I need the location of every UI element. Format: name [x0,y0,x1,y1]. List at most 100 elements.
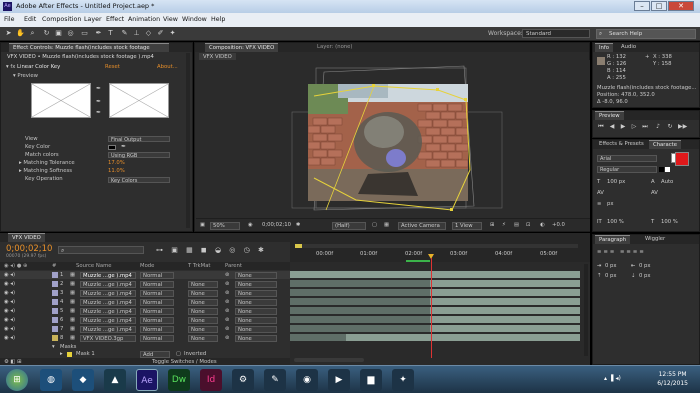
layer-parent[interactable]: None [235,298,277,306]
ram-preview-icon[interactable]: ▶▶ [678,123,687,131]
effect-controls-scrollbar[interactable] [186,53,190,228]
menu-animation[interactable]: Animation [128,16,160,23]
region-of-interest-icon[interactable]: ▢ [372,222,377,230]
table-row[interactable]: ◉ ◂) 7 ▦ Muzzle ...ge ).mp4 Normal None … [0,325,290,333]
tab-layer[interactable]: Layer: (none) [313,43,357,52]
key-operation-dropdown[interactable]: Key Colors [108,177,170,184]
timeline-icon[interactable]: ▤ [514,222,519,230]
camera-tool-icon[interactable]: ▣ [54,29,63,38]
font-size-value[interactable]: 100 px [607,179,625,185]
show-snapshot-icon[interactable]: ✱ [296,222,300,230]
tab-timeline[interactable]: VFX VIDEO [8,233,45,242]
mask-color-swatch[interactable] [67,351,72,357]
audio-icon[interactable]: ♪ [654,123,662,131]
layer-track-bar[interactable] [290,307,430,314]
effect-header[interactable]: ▾ fx Linear Color Key [6,64,60,71]
media-encoder-icon[interactable]: ▲ [104,369,126,391]
visibility-icon[interactable]: ◉ ◂) [4,325,15,333]
layer-trkmat[interactable]: None [188,298,218,306]
black-swatch[interactable] [659,167,664,172]
col-parent[interactable]: Parent [225,262,242,270]
tab-composition[interactable]: Composition: VFX VIDEO [205,43,279,52]
mask-mode[interactable]: Add [140,350,170,358]
table-row[interactable]: ◉ ◂) 4 ▦ Muzzle ...ge ).mp4 Normal None … [0,298,290,306]
table-row[interactable]: ◉ ◂) 3 ▦ Muzzle ...ge ).mp4 Normal None … [0,289,290,297]
workspace-select[interactable]: Standard [522,29,590,38]
layer-parent[interactable]: None [235,289,277,297]
tab-preview[interactable]: Preview [595,111,624,120]
search-help-input[interactable]: ⌕ Search Help [596,29,696,39]
prev-frame-icon[interactable]: ◀ [608,123,616,131]
zoom-tool-icon[interactable]: ⌕ [28,29,37,38]
visibility-icon[interactable]: ◉ ◂) [4,316,15,324]
layer-track-bar[interactable] [290,316,430,323]
match-colors-dropdown[interactable]: Using RGB [108,152,170,159]
paint-icon[interactable]: ✎ [264,369,286,391]
minimize-button[interactable]: – [634,1,650,11]
composition-viewer[interactable] [196,60,590,218]
layer-track-bar[interactable] [430,298,580,305]
key-color-swatch[interactable] [108,145,116,150]
view-dropdown[interactable]: Final Output [108,136,170,143]
layer-mode[interactable]: Normal [140,316,174,324]
layer-label-color[interactable] [52,290,58,296]
timeline-timecode[interactable]: 0;00;02;10 [6,244,52,254]
layer-label-color[interactable] [52,281,58,287]
layer-parent[interactable]: None [235,271,277,279]
camera-snapshot-icon[interactable]: ◉ [248,222,253,230]
type-tool-icon[interactable]: T [106,29,115,38]
layer-label-color[interactable] [52,308,58,314]
col-mode[interactable]: Mode [140,262,154,270]
layer-trkmat[interactable]: None [188,280,218,288]
menu-window[interactable]: Window [182,16,207,23]
selection-tool-icon[interactable]: ➤ [4,29,13,38]
layer-mode[interactable]: Normal [140,298,174,306]
reset-button[interactable]: Reset [105,64,120,71]
magnification-icon[interactable]: ▣ [200,222,205,230]
toggle-pixel-aspect-icon[interactable]: ⊞ [490,222,494,230]
layer-name[interactable]: Muzzle ...ge ).mp4 [80,298,136,306]
eyedropper-icon[interactable]: ✒ [96,85,101,92]
layer-track-bar[interactable] [290,334,346,341]
layer-trkmat[interactable]: None [188,325,218,333]
timeline-search-input[interactable]: ⌕ [58,246,144,254]
first-frame-icon[interactable]: ⏮ [597,123,605,131]
maximize-button[interactable]: □ [651,1,667,11]
visibility-icon[interactable]: ◉ ◂) [4,307,15,315]
layer-mode[interactable]: Normal [140,307,174,315]
layer-track-bar[interactable] [430,289,580,296]
fast-previews-icon[interactable]: ⚡ [502,222,506,230]
exposure-value[interactable]: +0.0 [552,222,565,230]
settings-gear-icon[interactable]: ⚙ [232,369,254,391]
eraser-tool-icon[interactable]: ◇ [144,29,153,38]
layer-track-bar[interactable] [346,334,580,341]
layer-track-bar[interactable] [290,298,430,305]
layer-track-bar[interactable] [290,289,430,296]
table-row[interactable]: ◉ ◂) 5 ▦ Muzzle ...ge ).mp4 Normal None … [0,307,290,315]
tab-paragraph[interactable]: Paragraph [595,235,631,244]
visibility-icon[interactable]: ◉ ◂) [4,271,15,279]
layer-name[interactable]: Muzzle ...ge ).mp4 [80,307,136,315]
resolution-dropdown[interactable]: (Half) [332,222,366,230]
menu-composition[interactable]: Composition [42,16,81,23]
indent-left-value[interactable]: 0 px [605,263,617,269]
inverted-checkbox[interactable]: ▢ [176,350,181,358]
visibility-icon[interactable]: ◉ ◂) [4,289,15,297]
view-layout-dropdown[interactable]: 1 View [452,222,482,230]
rectangle-tool-icon[interactable]: ▭ [80,29,89,38]
matching-tolerance-value[interactable]: 17.0% [108,160,125,167]
layer-trkmat[interactable]: None [188,316,218,324]
key-color-eyedropper-icon[interactable]: ✒ [121,143,126,150]
layer-name[interactable]: Muzzle ...ge ).mp4 [80,325,136,333]
horizontal-scale-value[interactable]: 100 % [661,219,678,225]
close-button[interactable]: ✕ [668,1,694,11]
brush-tool-icon[interactable]: ✎ [120,29,129,38]
tab-effects-presets[interactable]: Effects & Presets [595,140,648,149]
next-frame-icon[interactable]: ▷ [630,123,638,131]
layer-name[interactable]: Muzzle ...ge ).mp4 [80,271,136,279]
paragraph-align-icons[interactable]: ≡≡≡ ≡≡≡≡ [597,249,646,255]
layer-label-color[interactable] [52,335,58,341]
layer-trkmat[interactable]: None [188,334,218,342]
work-area-start[interactable] [295,244,302,248]
space-after-value[interactable]: 0 px [639,273,651,279]
